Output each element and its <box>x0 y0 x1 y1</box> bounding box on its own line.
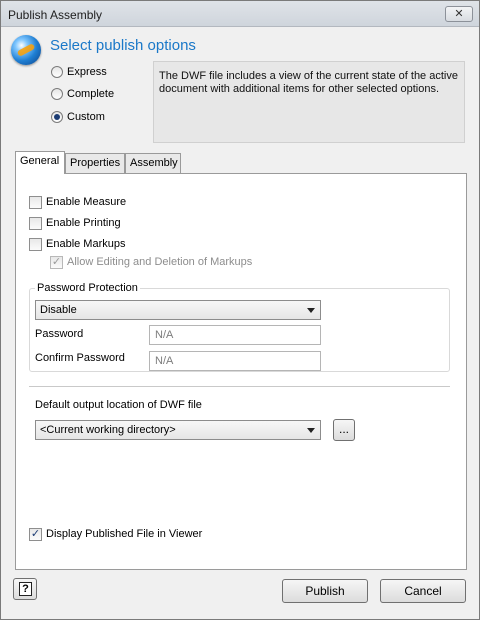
option-complete-radio[interactable]: Complete <box>51 86 114 102</box>
help-icon: ? <box>19 582 32 596</box>
radio-button-icon <box>51 88 63 100</box>
option-express-radio[interactable]: Express <box>51 64 107 80</box>
tab-label: Assembly <box>130 157 178 169</box>
title-bar: Publish Assembly ✕ <box>1 1 479 27</box>
checkbox-icon <box>29 237 42 251</box>
enable-measure-checkbox[interactable]: Enable Measure <box>29 194 126 210</box>
publish-label: Publish <box>305 584 345 598</box>
password-field[interactable] <box>149 325 321 345</box>
section-heading: Select publish options <box>50 37 196 54</box>
tab-label: Properties <box>70 157 121 169</box>
display-in-viewer-checkbox[interactable]: ✓ Display Published File in Viewer <box>29 526 202 542</box>
option-description: The DWF file includes a view of the curr… <box>153 61 465 143</box>
checkmark-icon: ✓ <box>50 255 63 269</box>
radio-button-icon <box>51 66 63 78</box>
tab-general[interactable]: General <box>15 151 65 174</box>
checkbox-label: Allow Editing and Deletion of Markups <box>67 256 253 268</box>
chevron-down-icon <box>307 308 315 313</box>
radio-button-selected-icon <box>51 111 63 123</box>
password-mode-dropdown[interactable]: Disable <box>35 300 321 320</box>
tab-assembly[interactable]: Assembly <box>125 153 181 173</box>
checkbox-label: Enable Measure <box>46 196 127 208</box>
cancel-label: Cancel <box>404 584 442 598</box>
confirm-password-field[interactable] <box>149 351 321 371</box>
browse-label: ... <box>338 422 349 436</box>
option-custom-radio[interactable]: Custom <box>51 109 105 125</box>
checkbox-label: Enable Printing <box>46 217 121 229</box>
window-title: Publish Assembly <box>8 8 103 22</box>
chevron-down-icon <box>307 428 315 433</box>
publish-button[interactable]: Publish <box>282 579 368 603</box>
tab-properties[interactable]: Properties <box>65 153 125 173</box>
close-icon: ✕ <box>454 8 464 20</box>
publish-assembly-dialog: Publish Assembly ✕ Select publish option… <box>0 0 480 620</box>
checkbox-icon <box>29 216 42 230</box>
cancel-button[interactable]: Cancel <box>380 579 466 603</box>
output-location-dropdown[interactable]: <Current working directory> <box>35 420 321 440</box>
dropdown-value: <Current working directory> <box>40 424 176 436</box>
confirm-password-label: Confirm Password <box>35 352 125 364</box>
option-label: Complete <box>67 88 115 100</box>
password-protection-legend: Password Protection <box>35 282 140 294</box>
checkbox-label: Display Published File in Viewer <box>46 528 203 540</box>
allow-editing-markups-checkbox: ✓ Allow Editing and Deletion of Markups <box>50 254 252 270</box>
enable-markups-checkbox[interactable]: Enable Markups <box>29 236 126 252</box>
divider <box>29 386 450 387</box>
option-label: Custom <box>67 111 105 123</box>
checkmark-icon: ✓ <box>29 527 42 541</box>
browse-button[interactable]: ... <box>333 419 355 441</box>
checkbox-icon <box>29 195 42 209</box>
tab-label: General <box>20 155 60 167</box>
password-label: Password <box>35 328 84 340</box>
output-location-label: Default output location of DWF file <box>35 399 202 411</box>
close-button[interactable]: ✕ <box>445 6 473 22</box>
dropdown-value: Disable <box>40 304 77 316</box>
dwf-globe-logo-icon <box>11 35 41 65</box>
help-button[interactable]: ? <box>13 578 37 600</box>
enable-printing-checkbox[interactable]: Enable Printing <box>29 215 121 231</box>
option-label: Express <box>67 66 107 78</box>
checkbox-label: Enable Markups <box>46 238 126 250</box>
